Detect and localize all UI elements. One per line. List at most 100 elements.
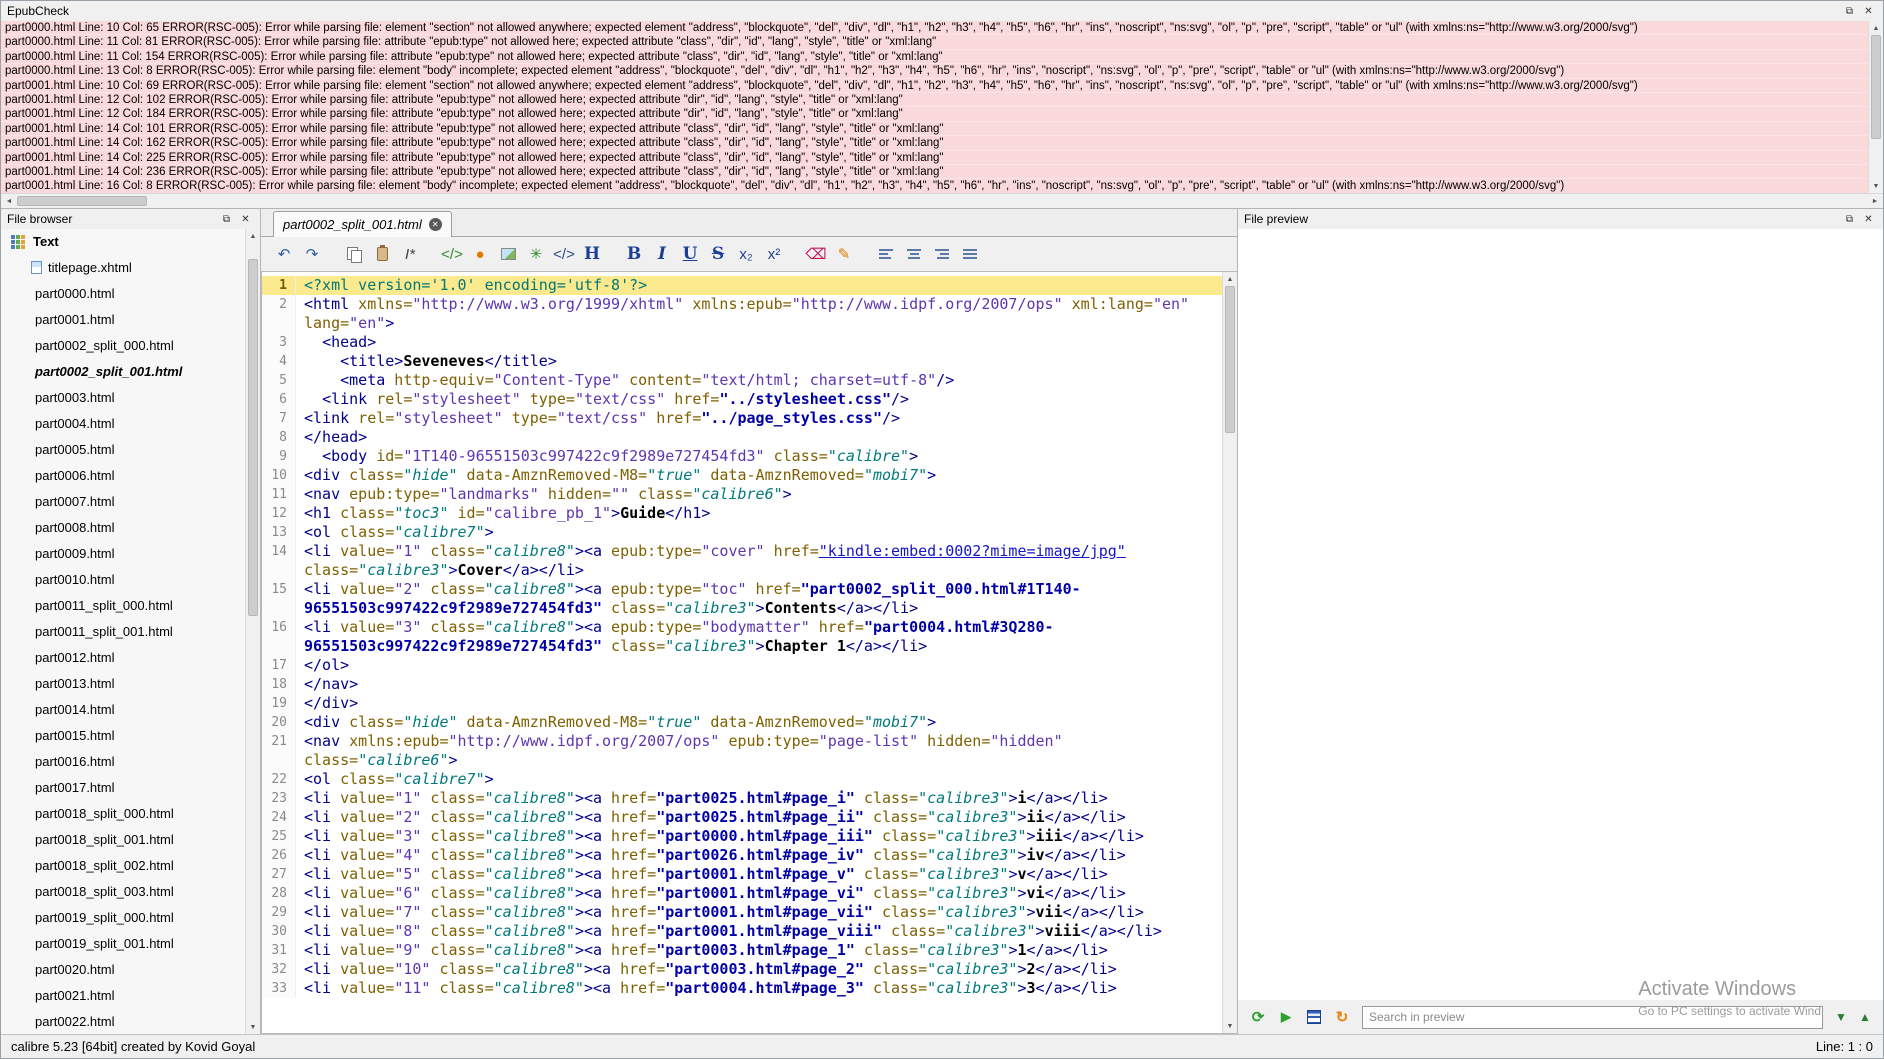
code-line[interactable]: 5 <meta http-equiv="Content-Type" conten…: [262, 371, 1222, 390]
code-line[interactable]: 9 <body id="1T140-96551503c997422c9f2989…: [262, 447, 1222, 466]
file-item[interactable]: part0000.html: [1, 280, 245, 306]
close-panel-icon[interactable]: ✕: [1860, 4, 1877, 19]
code-view-button[interactable]: </>: [551, 241, 577, 267]
scroll-thumb[interactable]: [1225, 286, 1235, 433]
file-item[interactable]: part0019_split_001.html: [1, 930, 245, 956]
fix-html-button[interactable]: </>: [439, 241, 465, 267]
close-panel-icon[interactable]: ✕: [1860, 212, 1877, 227]
reload-preview-button[interactable]: ⟳: [1246, 1005, 1270, 1029]
code-line[interactable]: 19 </div>: [262, 694, 1222, 713]
remove-format-button[interactable]: ⌫: [803, 241, 829, 267]
file-item[interactable]: part0001.html: [1, 306, 245, 332]
editor-scrollbar[interactable]: ▲ ▼: [1222, 272, 1237, 1033]
align-left-button[interactable]: [873, 241, 899, 267]
epubcheck-error-row[interactable]: part0000.html Line: 13 Col: 8 ERROR(RSC-…: [1, 64, 1868, 79]
file-item[interactable]: part0018_split_000.html: [1, 800, 245, 826]
code-line[interactable]: 31 <li value="9" class="calibre8"><a href…: [262, 941, 1222, 960]
file-item[interactable]: part0021.html: [1, 982, 245, 1008]
tab-close-icon[interactable]: ✕: [428, 218, 442, 231]
code-line[interactable]: 15 <li value="2" class="calibre8"><a epub…: [262, 580, 1222, 618]
code-line[interactable]: 18 </nav>: [262, 675, 1222, 694]
scroll-up-icon[interactable]: ▲: [246, 229, 260, 243]
code-line[interactable]: 16 <li value="3" class="calibre8"><a epub…: [262, 618, 1222, 656]
epubcheck-error-row[interactable]: part0001.html Line: 12 Col: 184 ERROR(RS…: [1, 107, 1868, 122]
code-area[interactable]: 1 <?xml version='1.0' encoding='utf-8'?> 2…: [262, 272, 1222, 1033]
scroll-track[interactable]: [17, 194, 1867, 208]
float-panel-icon[interactable]: ⧉: [1841, 4, 1858, 19]
beautify-button[interactable]: ✎: [831, 241, 857, 267]
file-item[interactable]: part0003.html: [1, 384, 245, 410]
epubcheck-error-row[interactable]: part0000.html Line: 11 Col: 154 ERROR(RS…: [1, 49, 1868, 65]
code-line[interactable]: 30 <li value="8" class="calibre8"><a href…: [262, 922, 1222, 941]
file-item[interactable]: part0014.html: [1, 696, 245, 722]
file-item[interactable]: part0020.html: [1, 956, 245, 982]
file-browser-scrollbar[interactable]: ▲ ▼: [245, 229, 260, 1034]
text-section-header[interactable]: Text: [1, 229, 245, 254]
paste-button[interactable]: [369, 241, 395, 267]
epubcheck-error-row[interactable]: part0001.html Line: 16 Col: 8 ERROR(RSC-…: [1, 179, 1868, 193]
heading-button[interactable]: H: [579, 241, 605, 267]
code-line[interactable]: 6 <link rel="stylesheet" type="text/css"…: [262, 390, 1222, 409]
file-item[interactable]: part0017.html: [1, 774, 245, 800]
scroll-up-icon[interactable]: ▲: [1223, 272, 1237, 286]
code-line[interactable]: 32 <li value="10" class="calibre8"><a hre…: [262, 960, 1222, 979]
code-line[interactable]: 20 <div class="hide" data-AmznRemoved-M8=…: [262, 713, 1222, 732]
copy-button[interactable]: [341, 241, 367, 267]
scroll-track[interactable]: [1869, 35, 1883, 179]
code-line[interactable]: 25 <li value="3" class="calibre8"><a href…: [262, 827, 1222, 846]
code-line[interactable]: 29 <li value="7" class="calibre8"><a href…: [262, 903, 1222, 922]
save-file-button[interactable]: [1302, 1005, 1326, 1029]
bold-button[interactable]: B: [621, 241, 647, 267]
code-line[interactable]: 12 <h1 class="toc3" id="calibre_pb_1">Gui…: [262, 504, 1222, 523]
insert-hyperlink-button[interactable]: ●: [467, 241, 493, 267]
code-line[interactable]: 26 <li value="4" class="calibre8"><a href…: [262, 846, 1222, 865]
code-line[interactable]: 10 <div class="hide" data-AmznRemoved-M8=…: [262, 466, 1222, 485]
file-item[interactable]: titlepage.xhtml: [1, 254, 245, 280]
epubcheck-vertical-scrollbar[interactable]: ▲ ▼: [1868, 21, 1883, 193]
undo-button[interactable]: ↶: [271, 241, 297, 267]
epubcheck-error-row[interactable]: part0001.html Line: 14 Col: 101 ERROR(RS…: [1, 121, 1868, 137]
epubcheck-horizontal-scrollbar[interactable]: ◄ ►: [1, 193, 1883, 208]
epubcheck-error-row[interactable]: part0000.html Line: 10 Col: 65 ERROR(RSC…: [1, 21, 1868, 36]
scroll-right-icon[interactable]: ►: [1867, 198, 1883, 205]
file-item[interactable]: part0010.html: [1, 566, 245, 592]
file-item[interactable]: part0005.html: [1, 436, 245, 462]
italic-button[interactable]: I: [649, 241, 675, 267]
subscript-button[interactable]: x₂: [733, 241, 759, 267]
epubcheck-error-row[interactable]: part0001.html Line: 10 Col: 69 ERROR(RSC…: [1, 78, 1868, 93]
code-line[interactable]: 2 <html xmlns="http://www.w3.org/1999/xht…: [262, 295, 1222, 333]
code-line[interactable]: 27 <li value="5" class="calibre8"><a href…: [262, 865, 1222, 884]
scroll-down-icon[interactable]: ▼: [246, 1020, 260, 1034]
insert-special-character-button[interactable]: ✳: [523, 241, 549, 267]
preview-search-input[interactable]: [1362, 1005, 1823, 1029]
superscript-button[interactable]: x²: [761, 241, 787, 267]
redo-button[interactable]: ↷: [299, 241, 325, 267]
scroll-track[interactable]: [246, 243, 260, 1020]
code-line[interactable]: 33 <li value="11" class="calibre8"><a hre…: [262, 979, 1222, 998]
scroll-left-icon[interactable]: ◄: [1, 198, 17, 205]
scroll-thumb[interactable]: [248, 258, 258, 616]
find-next-button[interactable]: ▼: [1831, 1007, 1851, 1027]
code-line[interactable]: 8 </head>: [262, 428, 1222, 447]
epubcheck-error-row[interactable]: part0000.html Line: 11 Col: 81 ERROR(RSC…: [1, 35, 1868, 50]
file-item[interactable]: part0022.html: [1, 1008, 245, 1034]
file-item[interactable]: part0018_split_002.html: [1, 852, 245, 878]
file-item[interactable]: part0006.html: [1, 462, 245, 488]
run-preview-button[interactable]: ▶: [1274, 1005, 1298, 1029]
float-panel-icon[interactable]: ⧉: [218, 212, 235, 227]
code-line[interactable]: 21 <nav xmlns:epub="http://www.idpf.org/2…: [262, 732, 1222, 770]
editor-tab[interactable]: part0002_split_001.html ✕: [273, 211, 452, 237]
epubcheck-error-row[interactable]: part0001.html Line: 14 Col: 162 ERROR(RS…: [1, 136, 1868, 151]
code-line[interactable]: 1 <?xml version='1.0' encoding='utf-8'?>: [262, 276, 1222, 295]
align-justify-button[interactable]: [957, 241, 983, 267]
scroll-thumb[interactable]: [1871, 35, 1881, 139]
code-line[interactable]: 28 <li value="6" class="calibre8"><a href…: [262, 884, 1222, 903]
file-item[interactable]: part0011_split_000.html: [1, 592, 245, 618]
strikethrough-button[interactable]: S: [705, 241, 731, 267]
code-line[interactable]: 11 <nav epub:type="landmarks" hidden="" c…: [262, 485, 1222, 504]
file-item[interactable]: part0019_split_000.html: [1, 904, 245, 930]
file-item[interactable]: part0007.html: [1, 488, 245, 514]
file-item[interactable]: part0012.html: [1, 644, 245, 670]
file-item[interactable]: part0016.html: [1, 748, 245, 774]
float-panel-icon[interactable]: ⧉: [1841, 212, 1858, 227]
